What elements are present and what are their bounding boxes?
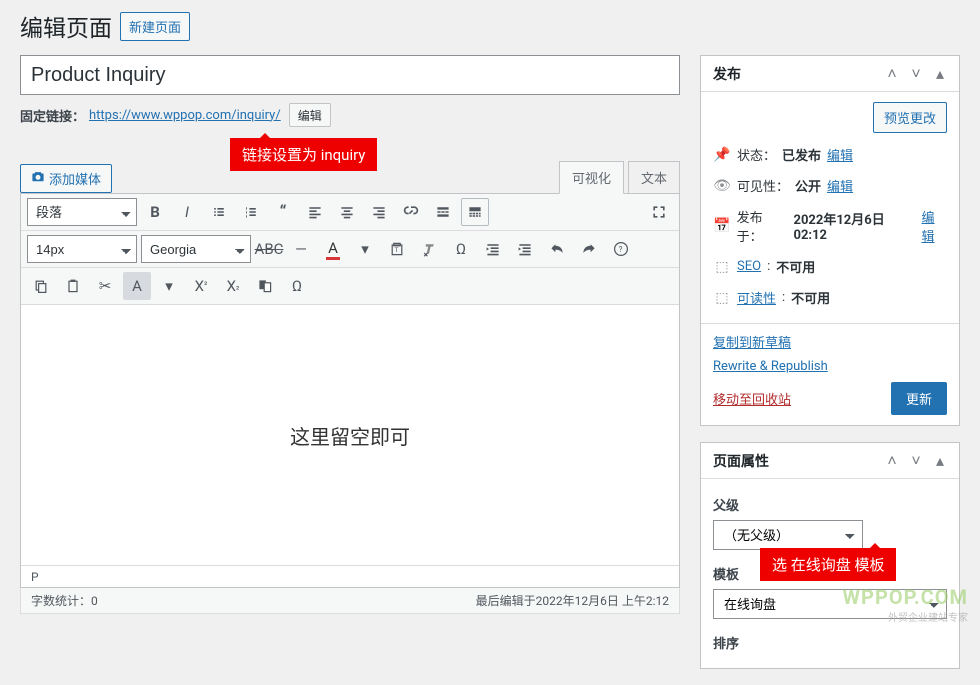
chevron-down-icon[interactable]: ˅ <box>905 63 927 85</box>
help-icon[interactable]: ? <box>607 235 635 263</box>
template-select[interactable]: 在线询盘 <box>713 589 947 619</box>
seo-icon: ⬚ <box>713 259 731 275</box>
bg-color-dropdown-icon[interactable]: ▾ <box>155 272 183 300</box>
rewrite-republish-link[interactable]: Rewrite & Republish <box>713 359 947 374</box>
bg-color-icon[interactable]: A <box>123 272 151 300</box>
text-color-dropdown-icon[interactable]: ▾ <box>351 235 379 263</box>
svg-text:?: ? <box>619 245 623 254</box>
parent-label: 父级 <box>713 495 947 514</box>
visibility-edit-link[interactable]: 编辑 <box>827 176 853 195</box>
chevron-down-icon[interactable]: ˅ <box>905 450 927 472</box>
fullscreen-icon[interactable] <box>645 198 673 226</box>
parent-select[interactable]: （无父级） <box>713 520 863 550</box>
tab-text[interactable]: 文本 <box>628 161 680 193</box>
paste-icon[interactable] <box>59 272 87 300</box>
font-size-select[interactable]: 14px <box>27 235 137 263</box>
word-count-value: 0 <box>91 594 98 608</box>
numbered-list-icon[interactable] <box>237 198 265 226</box>
copy-icon[interactable] <box>27 272 55 300</box>
word-count-label: 字数统计： <box>31 594 91 608</box>
new-page-button[interactable]: 新建页面 <box>120 12 190 41</box>
update-button[interactable]: 更新 <box>891 382 947 415</box>
editor-box: 段落 B I “ 14px Georgia ABC — A <box>20 193 680 588</box>
strikethrough-icon[interactable]: ABC <box>255 235 283 263</box>
pin-icon: 📌 <box>713 147 731 163</box>
redo-icon[interactable] <box>575 235 603 263</box>
anchor-icon[interactable] <box>251 272 279 300</box>
seo-value: 不可用 <box>776 257 815 276</box>
tab-visual[interactable]: 可视化 <box>559 161 624 194</box>
visibility-value: 公开 <box>795 176 821 195</box>
caret-up-icon[interactable]: ▴ <box>929 63 951 85</box>
add-media-button[interactable]: 添加媒体 <box>20 164 112 193</box>
status-edit-link[interactable]: 编辑 <box>827 145 853 164</box>
move-to-trash-link[interactable]: 移动至回收站 <box>713 389 791 408</box>
outdent-icon[interactable] <box>479 235 507 263</box>
text-color-icon[interactable]: A <box>319 235 347 263</box>
status-label: 状态： <box>737 145 776 164</box>
editor-content-area[interactable]: 这里留空即可 <box>21 305 679 565</box>
editor-path: P <box>21 565 679 587</box>
permalink-label: 固定链接： <box>20 106 85 125</box>
copy-to-draft-link[interactable]: 复制到新草稿 <box>713 332 947 351</box>
published-label: 发布于： <box>737 207 788 245</box>
align-left-icon[interactable] <box>301 198 329 226</box>
callout-template: 选 在线询盘 模板 <box>760 548 896 581</box>
subscript-icon[interactable]: X₂ <box>219 272 247 300</box>
indent-icon[interactable] <box>511 235 539 263</box>
readability-icon: ⬚ <box>713 290 731 306</box>
published-value: 2022年12月6日02:12 <box>794 209 916 243</box>
italic-icon[interactable]: I <box>173 198 201 226</box>
block-format-select[interactable]: 段落 <box>27 198 137 226</box>
readability-link[interactable]: 可读性 <box>737 288 776 307</box>
editor-placeholder-note: 这里留空即可 <box>290 421 410 450</box>
permalink-url[interactable]: https://www.wppop.com/inquiry/ <box>89 108 281 123</box>
permalink-edit-button[interactable]: 编辑 <box>289 103 331 127</box>
eye-icon: 👁 <box>713 178 731 194</box>
font-family-select[interactable]: Georgia <box>141 235 251 263</box>
order-label: 排序 <box>713 633 947 652</box>
calendar-icon: 📅 <box>713 218 731 234</box>
paste-text-icon[interactable]: T <box>383 235 411 263</box>
cut-icon[interactable]: ✂ <box>91 272 119 300</box>
horizontal-rule-icon[interactable]: — <box>287 235 315 263</box>
toolbar-toggle-icon[interactable] <box>461 198 489 226</box>
publish-box: 发布 ˄ ˅ ▴ 预览更改 📌 状态： 已发布 编辑 <box>700 55 960 426</box>
omega-icon[interactable]: Ω <box>283 272 311 300</box>
clear-format-icon[interactable] <box>415 235 443 263</box>
svg-text:T: T <box>395 246 399 254</box>
page-title: 编辑页面 <box>20 9 112 43</box>
align-right-icon[interactable] <box>365 198 393 226</box>
status-value: 已发布 <box>782 145 821 164</box>
read-more-icon[interactable] <box>429 198 457 226</box>
chevron-up-icon[interactable]: ˄ <box>881 63 903 85</box>
preview-button[interactable]: 预览更改 <box>873 102 947 133</box>
published-edit-link[interactable]: 编辑 <box>922 207 947 245</box>
undo-icon[interactable] <box>543 235 571 263</box>
caret-up-icon[interactable]: ▴ <box>929 450 951 472</box>
last-edit-text: 最后编辑于2022年12月6日 上午2:12 <box>476 592 669 609</box>
visibility-label: 可见性： <box>737 176 789 195</box>
permalink-row: 固定链接： https://www.wppop.com/inquiry/ 编辑 <box>20 101 680 129</box>
post-title-input[interactable] <box>20 55 680 95</box>
seo-link[interactable]: SEO <box>737 259 761 274</box>
superscript-icon[interactable]: X² <box>187 272 215 300</box>
bold-icon[interactable]: B <box>141 198 169 226</box>
callout-permalink: 链接设置为 inquiry <box>230 138 377 171</box>
editor-status-bar: 字数统计：0 最后编辑于2022年12月6日 上午2:12 <box>20 588 680 614</box>
align-center-icon[interactable] <box>333 198 361 226</box>
readability-value: 不可用 <box>791 288 830 307</box>
page-attr-title: 页面属性 <box>713 451 769 471</box>
special-char-icon[interactable]: Ω <box>447 235 475 263</box>
bullet-list-icon[interactable] <box>205 198 233 226</box>
link-icon[interactable] <box>397 198 425 226</box>
add-media-label: 添加媒体 <box>49 169 101 188</box>
camera-icon <box>31 170 45 187</box>
publish-box-title: 发布 <box>713 64 741 84</box>
chevron-up-icon[interactable]: ˄ <box>881 450 903 472</box>
blockquote-icon[interactable]: “ <box>269 198 297 226</box>
